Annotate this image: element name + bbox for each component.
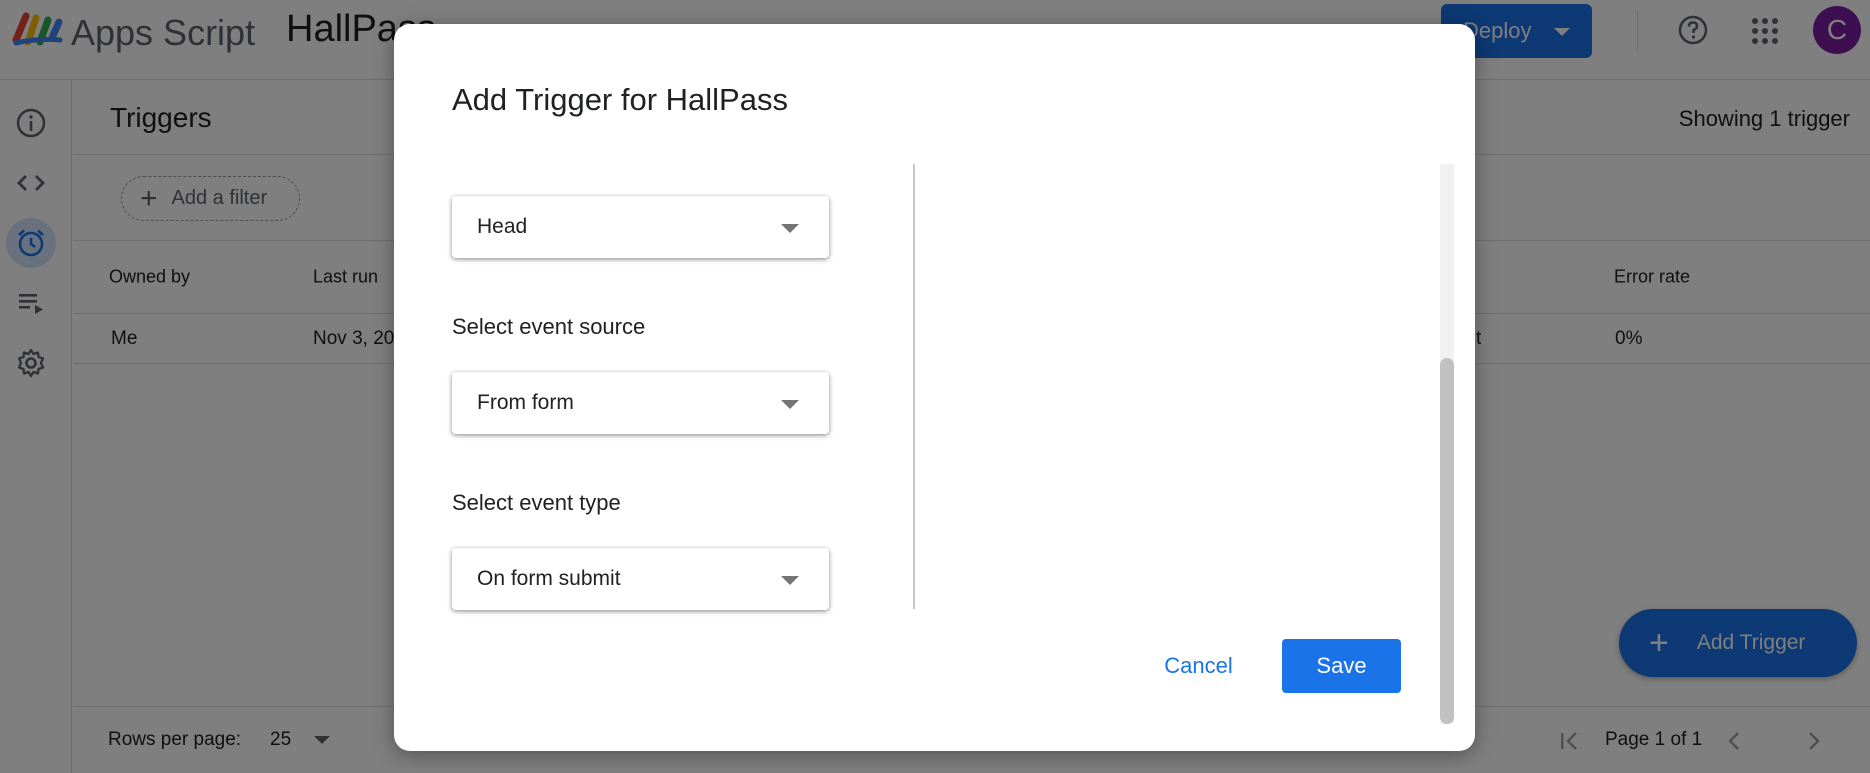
save-button[interactable]: Save — [1282, 639, 1401, 693]
event-source-select[interactable]: From form — [452, 372, 829, 434]
dialog-title: Add Trigger for HallPass — [452, 82, 788, 117]
dialog-scrollbar-thumb[interactable] — [1440, 358, 1454, 724]
cancel-button[interactable]: Cancel — [1140, 639, 1257, 693]
event-source-label: Select event source — [452, 314, 646, 339]
event-type-select[interactable]: On form submit — [452, 548, 829, 610]
trigger-settings-column: Head Select event source From form Selec… — [452, 164, 832, 634]
event-type-label: Select event type — [452, 490, 621, 515]
dropdown-arrow-icon — [781, 224, 799, 233]
add-trigger-dialog: Add Trigger for HallPass Head Select eve… — [394, 24, 1475, 751]
deployment-select[interactable]: Head — [452, 196, 829, 258]
event-source-select-value: From form — [477, 391, 574, 414]
event-type-select-value: On form submit — [477, 567, 621, 590]
column-divider — [913, 164, 915, 609]
deployment-select-value: Head — [477, 215, 528, 238]
dropdown-arrow-icon — [781, 576, 799, 585]
dropdown-arrow-icon — [781, 400, 799, 409]
